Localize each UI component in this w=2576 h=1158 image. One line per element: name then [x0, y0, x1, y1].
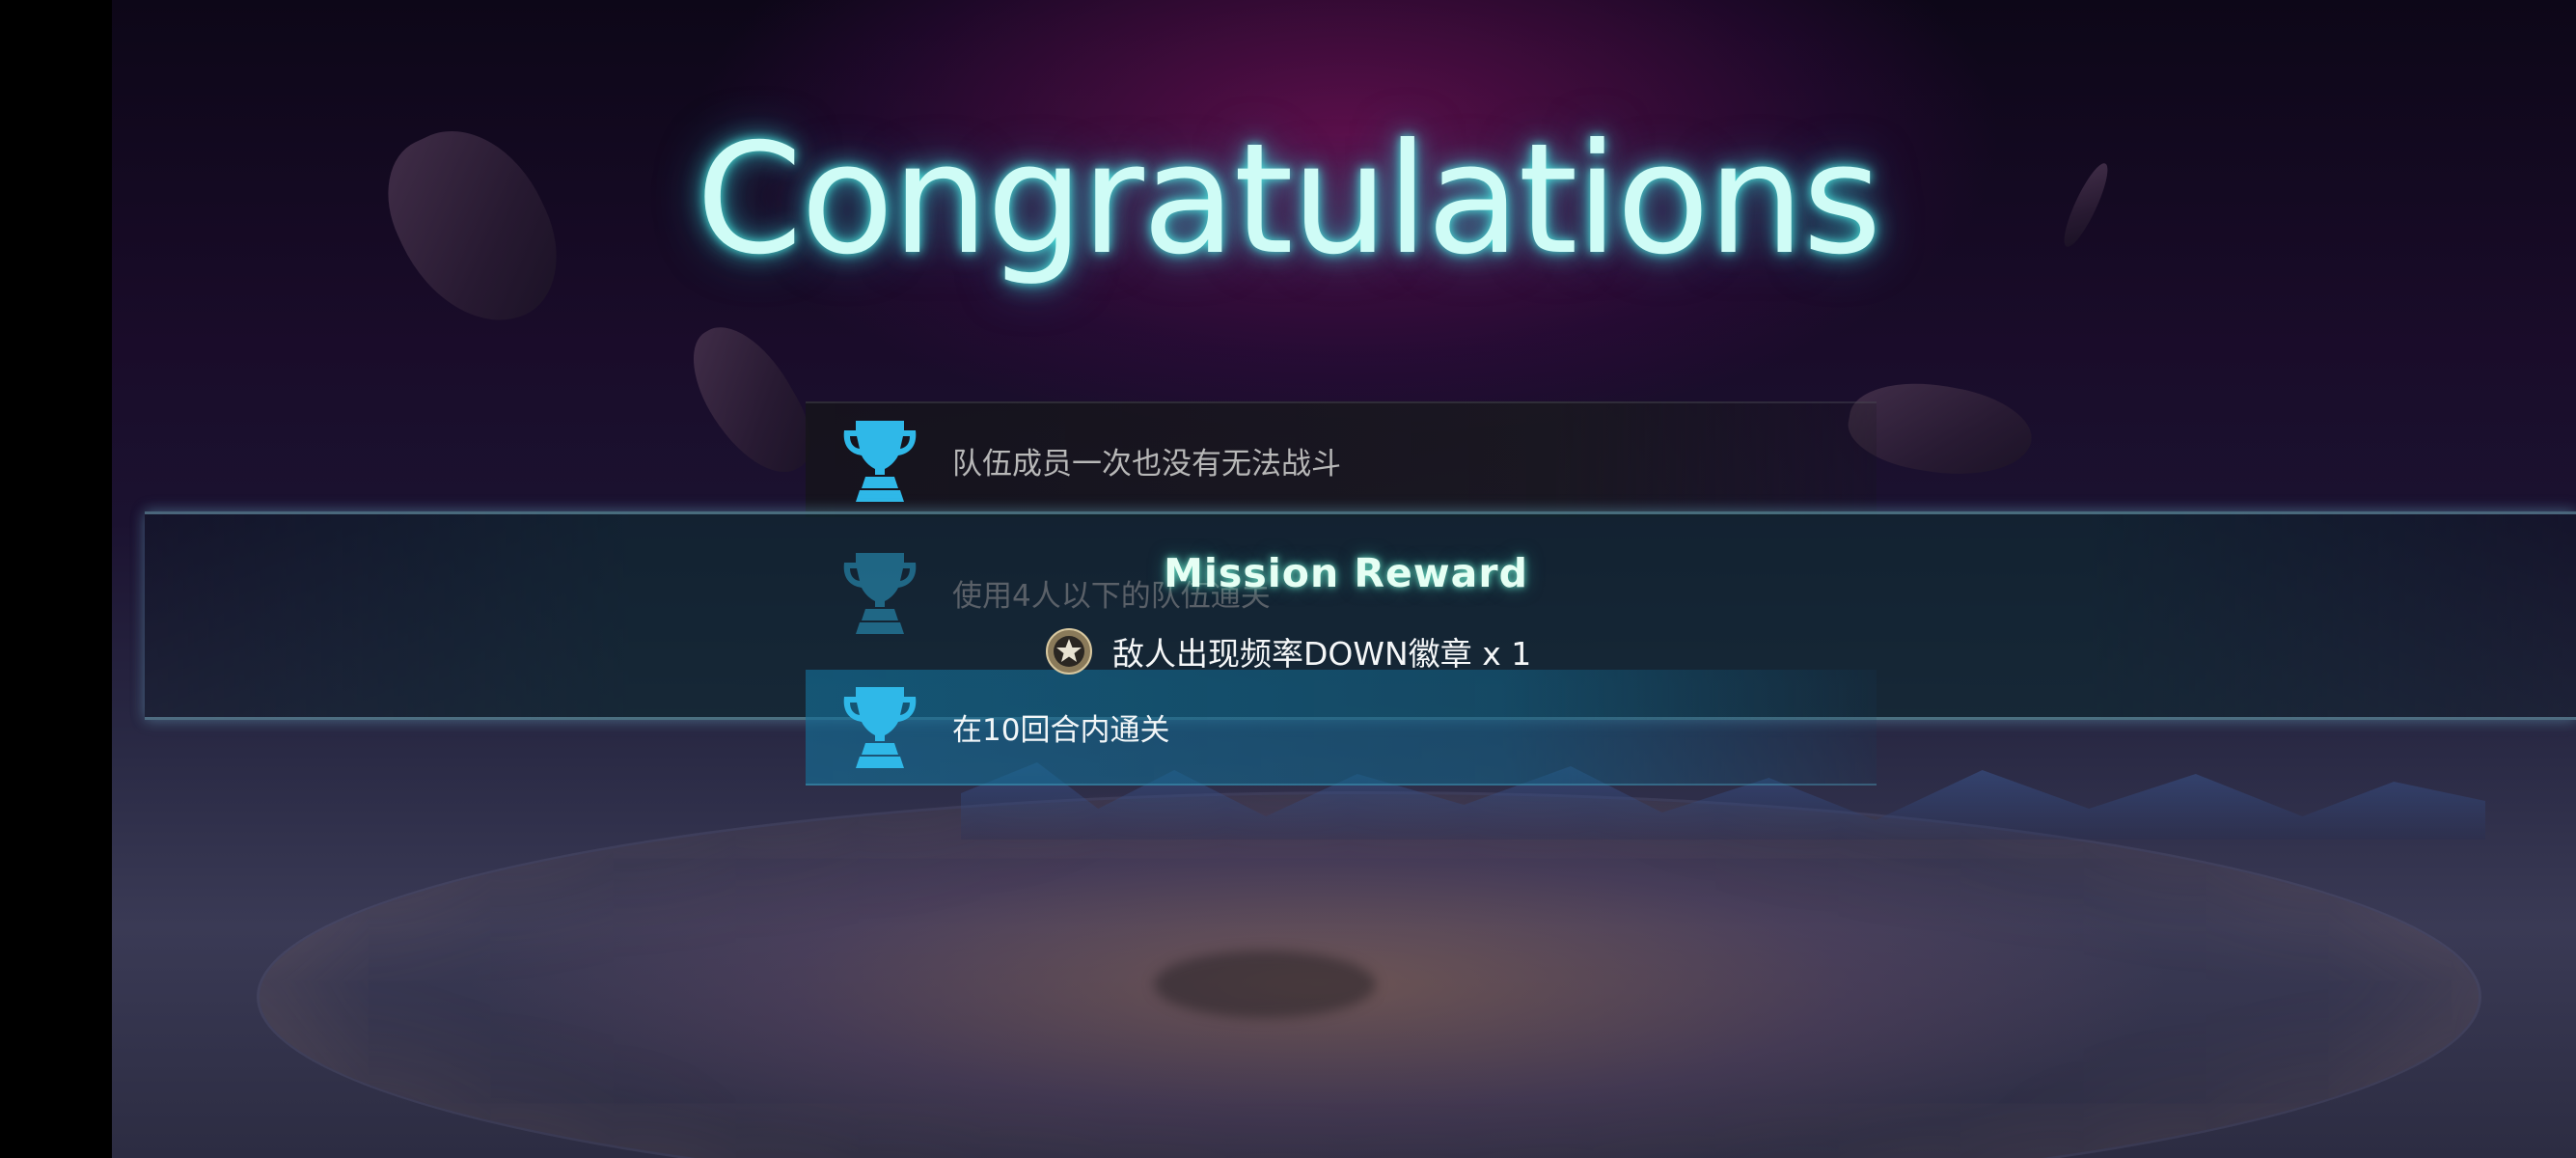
mission-label: 队伍成员一次也没有无法战斗	[952, 446, 1341, 482]
mission-label: 在10回合内通关	[952, 712, 1170, 748]
mission-row: 在10回合内通关	[806, 670, 1877, 786]
congratulations-title: Congratulations	[696, 111, 1882, 289]
trophy-icon	[843, 421, 917, 502]
asteroid	[674, 309, 828, 492]
trophy-icon	[843, 687, 917, 768]
reward-item-label: 敌人出现频率DOWN徽章 x 1	[1112, 635, 1532, 673]
planet-crater	[1154, 951, 1376, 1018]
mission-reward-title: Mission Reward	[1164, 550, 1528, 596]
star-badge-icon	[1046, 628, 1092, 675]
mission-row: 队伍成员一次也没有无法战斗	[806, 401, 1877, 517]
reward-item: 敌人出现频率DOWN徽章 x 1	[1045, 625, 1531, 677]
